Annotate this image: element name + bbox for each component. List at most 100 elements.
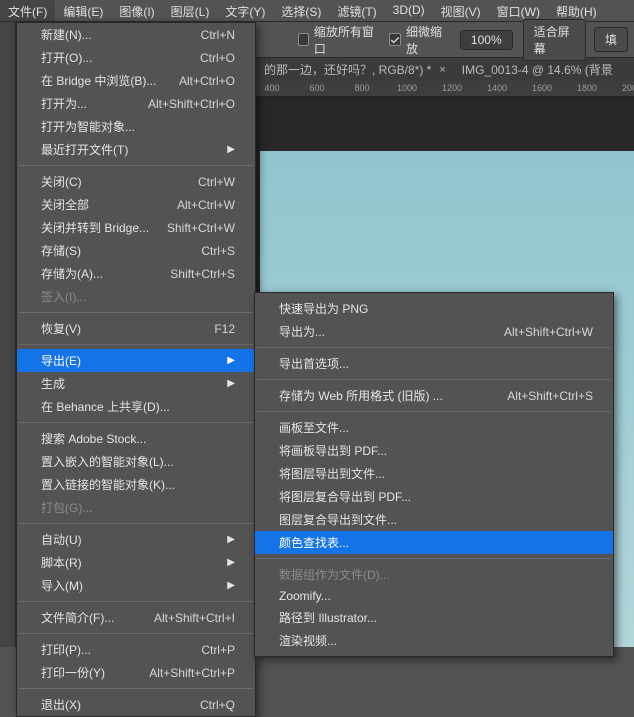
- file-menu-item[interactable]: 导出(E) ▶: [17, 349, 255, 372]
- checkbox-unchecked-icon[interactable]: [298, 33, 309, 46]
- menu-item-label: 关闭全部: [41, 196, 89, 213]
- export-submenu-item[interactable]: 路径到 Illustrator...: [255, 606, 613, 629]
- file-menu-item[interactable]: 自动(U)▶: [17, 528, 255, 551]
- export-submenu-item[interactable]: 将图层导出到文件...: [255, 462, 613, 485]
- chevron-right-icon: ▶: [215, 378, 235, 389]
- file-menu-item[interactable]: 在 Bridge 中浏览(B)...Alt+Ctrl+O: [17, 69, 255, 92]
- menu-item-label: 存储(S): [41, 242, 81, 259]
- file-menu-item[interactable]: 打印(P)... Ctrl+P: [17, 638, 255, 661]
- file-menu-item[interactable]: 最近打开文件(T)▶: [17, 138, 255, 161]
- left-tool-strip: [0, 22, 16, 647]
- export-submenu-item[interactable]: 图层复合导出到文件...: [255, 508, 613, 531]
- file-menu-item[interactable]: 文件简介(F)...Alt+Shift+Ctrl+I: [17, 606, 255, 629]
- menu-item-label: 导出为...: [279, 323, 325, 340]
- shrink-windows-option[interactable]: 缩放所有窗口: [298, 23, 376, 57]
- menu-item-label: 将图层导出到文件...: [279, 465, 385, 482]
- file-menu-item[interactable]: 关闭全部Alt+Ctrl+W: [17, 193, 255, 216]
- chevron-right-icon: ▶: [215, 580, 235, 591]
- menu-item-shortcut: Alt+Shift+Ctrl+P: [149, 666, 235, 680]
- export-submenu-item[interactable]: 存储为 Web 所用格式 (旧版) ...Alt+Shift+Ctrl+S: [255, 384, 613, 407]
- export-submenu-item[interactable]: Zoomify...: [255, 586, 613, 606]
- menu-item-label: 路径到 Illustrator...: [279, 609, 377, 626]
- file-menu-item[interactable]: 存储(S) Ctrl+S: [17, 239, 255, 262]
- menu-item-label: 导出(E): [41, 352, 81, 369]
- menu-item-shortcut: Ctrl+O: [200, 51, 235, 65]
- fine-zoom-option[interactable]: 细微缩放: [389, 23, 446, 57]
- menubar-item-3d[interactable]: 3D(D): [385, 0, 433, 21]
- zoom-value-field[interactable]: 100%: [460, 30, 513, 50]
- menu-item-label: 文件简介(F)...: [41, 609, 114, 626]
- checkbox-checked-icon[interactable]: [389, 33, 401, 46]
- menu-item-label: 数据组作为文件(D)...: [279, 566, 390, 583]
- file-menu-item[interactable]: 新建(N)... Ctrl+N: [17, 23, 255, 46]
- menu-item-label: 关闭并转到 Bridge...: [41, 219, 149, 236]
- fit-screen-button[interactable]: 适合屏幕: [523, 19, 586, 61]
- file-menu-item[interactable]: 置入嵌入的智能对象(L)...: [17, 450, 255, 473]
- file-menu-item[interactable]: 置入链接的智能对象(K)...: [17, 473, 255, 496]
- file-menu-item[interactable]: 打开为...Alt+Shift+Ctrl+O: [17, 92, 255, 115]
- menubar-item-filter[interactable]: 滤镜(T): [329, 0, 384, 21]
- close-icon[interactable]: ×: [439, 64, 445, 76]
- export-submenu-separator: [257, 411, 611, 412]
- file-menu-separator: [19, 344, 253, 345]
- menu-item-label: 恢复(V): [41, 320, 81, 337]
- file-menu-item[interactable]: 关闭并转到 Bridge...Shift+Ctrl+W: [17, 216, 255, 239]
- menu-item-label: 渲染视频...: [279, 632, 337, 649]
- file-menu-item[interactable]: 脚本(R)▶: [17, 551, 255, 574]
- file-menu-item: 打包(G)...: [17, 496, 255, 519]
- ruler-tick: 1000: [397, 83, 417, 93]
- file-menu-item[interactable]: 存储为(A)...Shift+Ctrl+S: [17, 262, 255, 285]
- menubar-item-layer[interactable]: 图层(L): [163, 0, 218, 21]
- menu-item-label: 打印(P)...: [41, 641, 91, 658]
- document-tab[interactable]: IMG_0013-4 @ 14.6% (背景: [454, 58, 621, 81]
- menu-item-label: 快速导出为 PNG: [279, 300, 368, 317]
- export-submenu-item[interactable]: 快速导出为 PNG: [255, 297, 613, 320]
- menu-item-shortcut: Ctrl+P: [201, 643, 235, 657]
- export-submenu-item[interactable]: 颜色查找表...: [255, 531, 613, 554]
- file-menu-item[interactable]: 在 Behance 上共享(D)...: [17, 395, 255, 418]
- menubar-item-help[interactable]: 帮助(H): [548, 0, 605, 21]
- menubar-item-text[interactable]: 文字(Y): [217, 0, 273, 21]
- ruler-tick: 600: [309, 83, 324, 93]
- menu-item-label: 打包(G)...: [41, 499, 92, 516]
- menu-item-label: 打印一份(Y): [41, 664, 105, 681]
- export-submenu-separator: [257, 558, 611, 559]
- file-menu-item[interactable]: 恢复(V)F12: [17, 317, 255, 340]
- menubar-item-file[interactable]: 文件(F): [0, 0, 55, 21]
- file-menu-item[interactable]: 搜索 Adobe Stock...: [17, 427, 255, 450]
- export-submenu-item[interactable]: 导出首选项...: [255, 352, 613, 375]
- menubar-item-window[interactable]: 窗口(W): [489, 0, 548, 21]
- file-menu-separator: [19, 312, 253, 313]
- export-submenu-item[interactable]: 画板至文件...: [255, 416, 613, 439]
- export-submenu-item[interactable]: 导出为...Alt+Shift+Ctrl+W: [255, 320, 613, 343]
- shrink-windows-label: 缩放所有窗口: [314, 23, 375, 57]
- chevron-right-icon: ▶: [215, 355, 235, 366]
- menu-item-shortcut: Ctrl+S: [201, 244, 235, 258]
- menu-item-label: 存储为 Web 所用格式 (旧版) ...: [279, 387, 443, 404]
- menu-item-label: 打开为智能对象...: [41, 118, 135, 135]
- document-tab[interactable]: 的那一边，还好吗？, RGB/8*) * ×: [256, 58, 454, 81]
- file-menu-item[interactable]: 打印一份(Y) Alt+Shift+Ctrl+P: [17, 661, 255, 684]
- menu-item-label: 新建(N)...: [41, 26, 92, 43]
- export-submenu-item[interactable]: 渲染视频...: [255, 629, 613, 652]
- file-menu-item[interactable]: 打开(O)...Ctrl+O: [17, 46, 255, 69]
- file-menu-item[interactable]: 导入(M)▶: [17, 574, 255, 597]
- menubar-item-image[interactable]: 图像(I): [111, 0, 162, 21]
- file-menu-item[interactable]: 退出(X)Ctrl+Q: [17, 693, 255, 716]
- chevron-right-icon: ▶: [215, 144, 235, 155]
- menu-item-label: 自动(U): [41, 531, 82, 548]
- menu-item-shortcut: Ctrl+Q: [200, 698, 235, 712]
- menubar-item-select[interactable]: 选择(S): [273, 0, 329, 21]
- export-submenu-item[interactable]: 将画板导出到 PDF...: [255, 439, 613, 462]
- file-menu-separator: [19, 422, 253, 423]
- file-menu-item[interactable]: 关闭(C)Ctrl+W: [17, 170, 255, 193]
- file-menu-item[interactable]: 生成▶: [17, 372, 255, 395]
- ruler-tick: 800: [354, 83, 369, 93]
- menubar-item-edit[interactable]: 编辑(E): [55, 0, 111, 21]
- menubar-item-view[interactable]: 视图(V): [433, 0, 489, 21]
- file-menu-item[interactable]: 打开为智能对象...: [17, 115, 255, 138]
- menu-item-shortcut: Ctrl+N: [201, 28, 235, 42]
- export-submenu-item[interactable]: 将图层复合导出到 PDF...: [255, 485, 613, 508]
- tab-title: 的那一边，还好吗？, RGB/8*) *: [264, 61, 431, 78]
- fill-button[interactable]: 填: [594, 27, 628, 52]
